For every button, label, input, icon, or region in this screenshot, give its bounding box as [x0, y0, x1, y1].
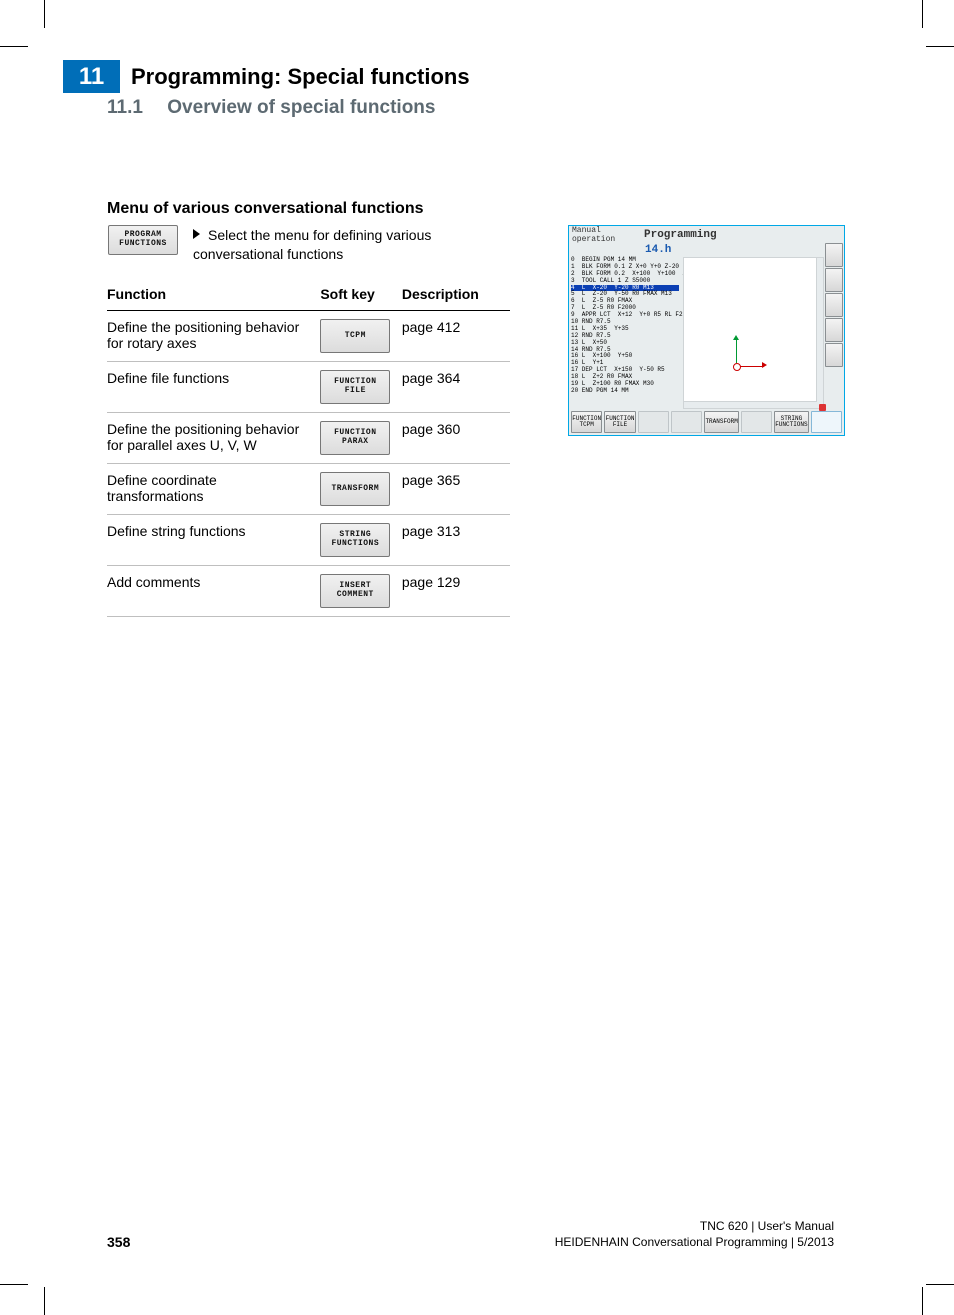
ss-softkey-empty[interactable] — [638, 411, 669, 433]
footer-line-1: TNC 620 | User's Manual — [555, 1218, 834, 1234]
ss-softkey-function-file[interactable]: FUNCTION FILE — [604, 411, 635, 433]
ss-right-toolbar — [825, 243, 843, 409]
ss-softkey-final[interactable] — [811, 411, 842, 433]
ss-side-button[interactable] — [825, 293, 843, 317]
softkey-label-line1: TRANSFORM — [331, 485, 379, 494]
softkey-program-functions[interactable]: PROGRAM FUNCTIONS — [108, 225, 178, 255]
footer-line-2: HEIDENHAIN Conversational Programming | … — [555, 1234, 834, 1250]
softkey-label-line2: FUNCTIONS — [119, 240, 167, 249]
page-footer: 358 TNC 620 | User's Manual HEIDENHAIN C… — [107, 1218, 834, 1250]
ss-softkey-function-tcpm[interactable]: FUNCTION TCPM — [571, 411, 602, 433]
subheading: Menu of various conversational functions — [107, 200, 424, 218]
ss-softkey-row: FUNCTION TCPM FUNCTION FILE TRANSFORM ST… — [571, 411, 842, 433]
intro-text: Select the menu for defining various con… — [193, 227, 431, 262]
table-row: Define the positioning behavior for para… — [107, 413, 510, 464]
softkey-label-line2: COMMENT — [337, 591, 374, 600]
page: 11 Programming: Special functions 11.1 O… — [0, 0, 954, 1315]
table-cell-function: Define file functions — [107, 362, 320, 413]
ss-softkey-empty[interactable] — [671, 411, 702, 433]
table-row: Define file functions FUNCTIONFILE page … — [107, 362, 510, 413]
ss-softkey-string-functions[interactable]: STRING FUNCTIONS — [774, 411, 808, 433]
table-cell-description: page 129 — [402, 566, 510, 617]
ss-code-post: 5 L Z-20 Y-50 R0 FMAX M13 6 L Z-5 R0 FMA… — [571, 290, 690, 393]
softkey-label-line1: TCPM — [345, 332, 366, 341]
table-row: Define the positioning behavior for rota… — [107, 311, 510, 362]
section-number: 11.1 — [107, 97, 162, 119]
table-header-softkey: Soft key — [320, 278, 402, 311]
table-header-description: Description — [402, 278, 510, 311]
section-title: 11.1 Overview of special functions — [107, 97, 435, 119]
ss-softkey-transform[interactable]: TRANSFORM — [704, 411, 738, 433]
softkey-string-functions[interactable]: STRINGFUNCTIONS — [320, 523, 390, 557]
softkey-insert-comment[interactable]: INSERTCOMMENT — [320, 574, 390, 608]
page-number: 358 — [107, 1234, 130, 1250]
softkey-transform[interactable]: TRANSFORM — [320, 472, 390, 506]
table-cell-function: Define the positioning behavior for rota… — [107, 311, 320, 362]
crop-mark — [44, 1287, 45, 1315]
ss-code-pre: 0 BEGIN PGM 14 MM 1 BLK FORM 0.1 Z X+0 Y… — [571, 256, 693, 284]
table-row: Add comments INSERTCOMMENT page 129 — [107, 566, 510, 617]
ss-softkey-empty[interactable] — [741, 411, 772, 433]
table-cell-description: page 412 — [402, 311, 510, 362]
ss-side-button[interactable] — [825, 268, 843, 292]
table-cell-function: Define coordinate transformations — [107, 464, 320, 515]
crop-mark — [922, 0, 923, 28]
ss-scrollbar-h[interactable] — [684, 401, 823, 408]
table-cell-description: page 365 — [402, 464, 510, 515]
ss-side-button[interactable] — [825, 318, 843, 342]
table-row: Define coordinate transformations TRANSF… — [107, 464, 510, 515]
functions-table: Function Soft key Description Define the… — [107, 278, 510, 617]
crop-mark — [0, 1284, 28, 1285]
triangle-bullet-icon — [193, 229, 200, 239]
table-cell-function: Add comments — [107, 566, 320, 617]
ss-scrollbar-v[interactable] — [816, 258, 823, 402]
table-cell-function: Define string functions — [107, 515, 320, 566]
crop-mark — [926, 1284, 954, 1285]
ss-preview-canvas — [683, 257, 824, 409]
softkey-label-line2: PARAX — [342, 438, 369, 447]
softkey-label-line2: FUNCTIONS — [331, 540, 379, 549]
ss-program-label: Programming — [644, 229, 717, 241]
ss-mode-label: Manual operation — [569, 226, 644, 244]
ss-side-button[interactable] — [825, 243, 843, 267]
table-cell-function: Define the positioning behavior for para… — [107, 413, 320, 464]
chapter-number-badge: 11 — [63, 60, 120, 93]
table-cell-description: page 364 — [402, 362, 510, 413]
chapter-title: Programming: Special functions — [131, 64, 470, 90]
crop-mark — [0, 46, 28, 47]
ss-side-button[interactable] — [825, 343, 843, 367]
crop-mark — [44, 0, 45, 28]
crop-mark — [922, 1287, 923, 1315]
table-cell-description: page 360 — [402, 413, 510, 464]
section-title-text: Overview of special functions — [167, 97, 435, 118]
softkey-tcpm[interactable]: TCPM — [320, 319, 390, 353]
hmi-screenshot: Manual operation Programming 14.h 0 BEGI… — [568, 225, 845, 436]
table-cell-description: page 313 — [402, 515, 510, 566]
softkey-label-line2: FILE — [345, 387, 366, 396]
ss-filename: 14.h — [645, 244, 671, 256]
ss-code-listing: 0 BEGIN PGM 14 MM 1 BLK FORM 0.1 Z X+0 Y… — [571, 257, 681, 395]
table-row: Define string functions STRINGFUNCTIONS … — [107, 515, 510, 566]
crop-mark — [926, 46, 954, 47]
softkey-function-parax[interactable]: FUNCTIONPARAX — [320, 421, 390, 455]
softkey-function-file[interactable]: FUNCTIONFILE — [320, 370, 390, 404]
intro-paragraph: Select the menu for defining various con… — [193, 226, 483, 264]
table-header-function: Function — [107, 278, 320, 311]
